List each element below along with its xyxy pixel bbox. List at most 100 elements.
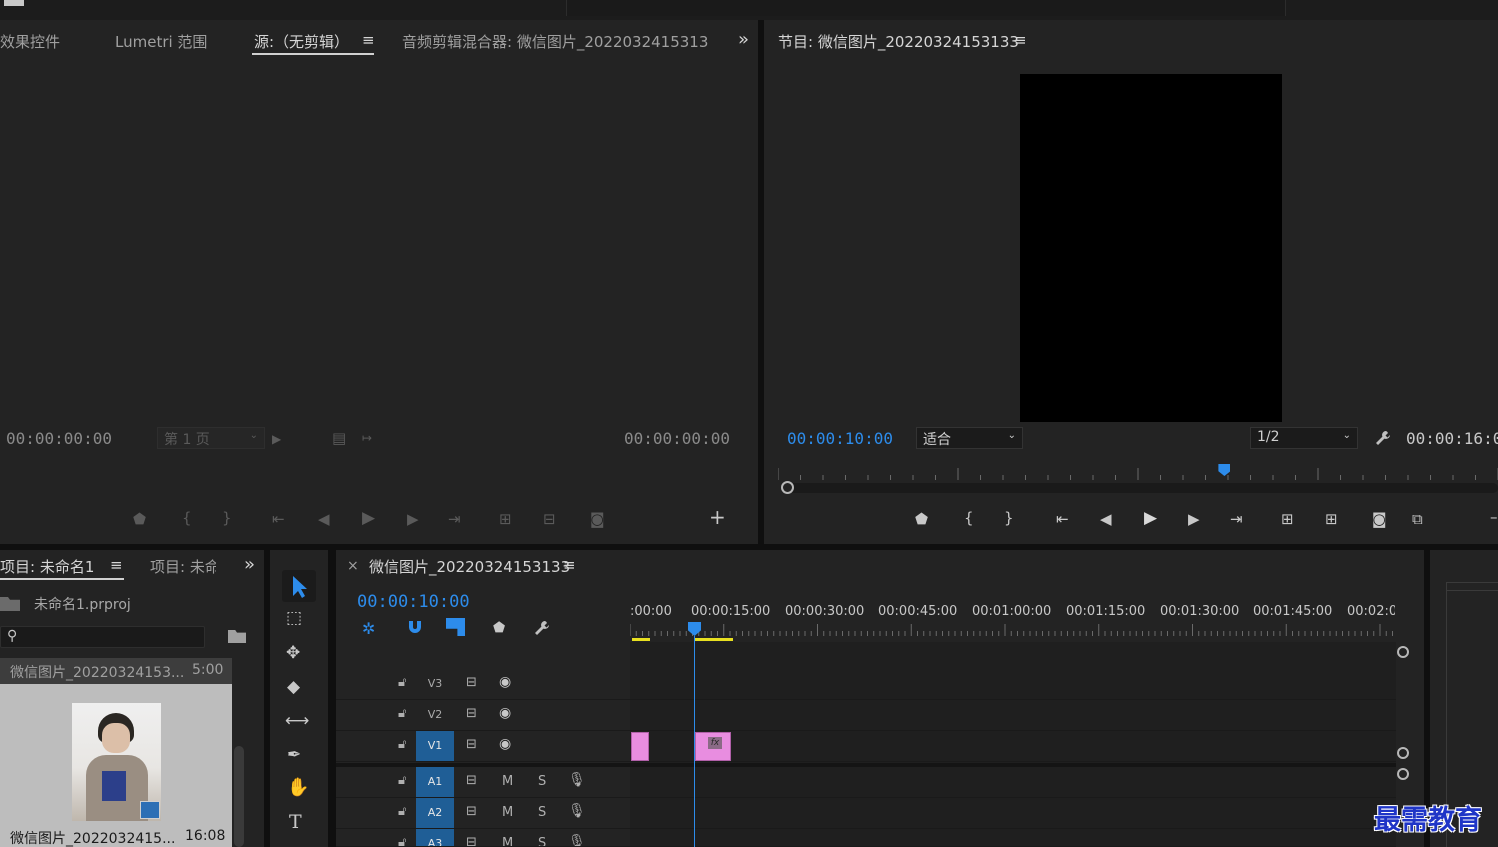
comparison-view-icon[interactable]: ⧉ (1412, 511, 1423, 527)
project-search-input[interactable]: ⚲ (0, 626, 205, 648)
slip-tool-icon[interactable]: ⟷ (285, 713, 309, 730)
lock-icon[interactable]: 🔓︎ (398, 835, 406, 846)
mark-out-icon[interactable]: } (222, 510, 232, 526)
timeline-settings-wrench-icon[interactable] (533, 619, 551, 637)
project-overflow-button[interactable]: » (244, 554, 255, 575)
timeline-playhead-line[interactable] (694, 636, 695, 847)
lock-icon[interactable]: 🔓︎ (398, 706, 406, 721)
program-zoom-handle-left[interactable] (781, 481, 794, 494)
ripple-edit-tool-icon[interactable]: ✥ (286, 645, 300, 662)
track-label-a1[interactable]: A1 (416, 767, 454, 797)
step-forward-icon[interactable]: ▶︎ (1188, 511, 1200, 527)
mark-out-icon[interactable]: } (1004, 510, 1014, 526)
lock-icon[interactable]: 🔓︎ (398, 737, 406, 752)
workspace-icon[interactable] (4, 0, 24, 6)
new-bin-icon[interactable] (228, 630, 246, 643)
tab-overflow-button[interactable]: » (738, 29, 749, 50)
step-back-icon[interactable]: ◀︎ (1100, 511, 1112, 527)
step-back-icon[interactable]: ◀︎ (318, 511, 330, 527)
go-to-out-icon[interactable]: ⇥ (448, 511, 461, 527)
tab-source[interactable]: 源:（无剪辑） (254, 31, 349, 52)
program-title[interactable]: 节目: 微信图片_20220324153133 (778, 31, 1019, 52)
solo-button[interactable]: S (538, 836, 546, 846)
play-icon[interactable]: ▶ (1144, 510, 1157, 527)
type-tool-icon[interactable]: T (289, 813, 302, 832)
lock-icon[interactable]: 🔓︎ (398, 804, 406, 819)
scroll-handle-icon[interactable] (1397, 768, 1409, 780)
overwrite-icon[interactable]: ⊟ (543, 511, 556, 527)
mark-in-icon[interactable]: { (964, 510, 974, 526)
timeline-sequence-tab[interactable]: 微信图片_20220324153133 (369, 556, 570, 577)
sync-lock-icon[interactable]: ⊟ (466, 773, 477, 788)
output-icon[interactable]: ↦ (362, 430, 372, 446)
mute-button[interactable]: M (502, 836, 513, 846)
program-timecode[interactable]: 00:00:10:00 (787, 429, 893, 448)
solo-button[interactable]: S (538, 774, 546, 789)
sync-lock-icon[interactable]: ⊟ (466, 706, 477, 721)
microphone-icon[interactable]: 🎙︎ (568, 803, 586, 819)
marker-icon[interactable]: ⬟ (915, 511, 928, 527)
razor-tool-icon[interactable]: ◆ (287, 679, 300, 696)
sync-lock-icon[interactable]: ⊟ (466, 804, 477, 819)
scroll-handle-icon[interactable] (1397, 646, 1409, 658)
sync-lock-icon[interactable]: ⊟ (466, 675, 477, 690)
add-button-icon[interactable]: + (709, 507, 726, 527)
microphone-icon[interactable]: 🎙︎ (568, 834, 586, 846)
track-label-v2[interactable]: V2 (416, 700, 454, 730)
wrench-icon[interactable] (1374, 429, 1392, 447)
nest-sequence-icon[interactable]: ✲ (362, 619, 375, 638)
track-label-a2[interactable]: A2 (416, 798, 454, 828)
mark-in-icon[interactable]: { (182, 510, 192, 526)
list-item[interactable]: 微信图片_20220324153... 5:00 (0, 658, 232, 684)
program-resolution-select[interactable]: 1/2 ⌄ (1250, 427, 1358, 449)
source-timecode-right[interactable]: 00:00:00:00 (624, 429, 730, 448)
microphone-icon[interactable]: 🎙︎ (568, 772, 586, 788)
timeline-timecode[interactable]: 00:00:10:00 (357, 592, 470, 612)
project-scrollbar-thumb[interactable] (234, 746, 244, 847)
track-label-v1[interactable]: V1 (416, 731, 454, 761)
tab-project-second[interactable]: 项目: 未命 (150, 556, 216, 577)
hand-tool-icon[interactable]: ✋ (287, 779, 309, 797)
track-label-v3[interactable]: V3 (416, 669, 454, 699)
project-scrollbar[interactable] (232, 658, 246, 847)
work-area-bar-1[interactable] (632, 638, 650, 641)
step-forward-icon[interactable]: ▶︎ (407, 511, 419, 527)
track-label-a3[interactable]: A3 (416, 829, 454, 846)
scroll-handle-icon[interactable] (1397, 747, 1409, 759)
tab-project-menu[interactable]: ≡ (110, 556, 123, 574)
tab-effect-controls[interactable]: 效果控件 (0, 31, 60, 52)
lift-icon[interactable]: ⊞ (1281, 511, 1294, 527)
safe-margins-icon[interactable]: ▤ (332, 430, 346, 446)
list-item[interactable]: 微信图片_2022032415... 16:08 (0, 826, 232, 847)
timeline-ruler[interactable] (630, 622, 1396, 638)
go-to-in-icon[interactable]: ⇤ (272, 511, 285, 527)
snap-magnet-icon[interactable] (406, 618, 424, 636)
tab-source-menu[interactable]: ≡ (362, 31, 375, 49)
tab-audio-clip-mixer[interactable]: 音频剪辑混合器: 微信图片_20220324153133 (402, 31, 708, 52)
source-page-select[interactable]: 第 1 页 ⌄ (157, 427, 265, 449)
extract-icon[interactable]: ⊞ (1325, 511, 1338, 527)
eye-icon[interactable]: ◉ (499, 705, 511, 721)
add-marker-icon[interactable]: ⬟ (493, 620, 505, 636)
timeline-menu[interactable]: ≡ (563, 556, 576, 574)
go-to-out-icon[interactable]: ⇥ (1230, 511, 1243, 527)
work-area-bar-2[interactable] (695, 638, 733, 641)
timeline-close-button[interactable]: × (347, 558, 359, 574)
go-to-in-icon[interactable]: ⇤ (1056, 511, 1069, 527)
solo-button[interactable]: S (538, 805, 546, 820)
program-fit-select[interactable]: 适合 ⌄ (916, 427, 1023, 449)
marker-icon[interactable]: ⬟ (133, 511, 146, 527)
video-clip-1[interactable] (631, 732, 649, 761)
lock-icon[interactable]: 🔓︎ (398, 773, 406, 788)
eye-icon[interactable]: ◉ (499, 736, 511, 752)
tab-project-active[interactable]: 项目: 未命名1 (0, 556, 94, 577)
lock-icon[interactable]: 🔓︎ (398, 675, 406, 690)
tab-lumetri-scopes[interactable]: Lumetri 范围 (115, 31, 207, 52)
program-scrub-track[interactable] (786, 483, 1498, 493)
program-menu[interactable]: ≡ (1014, 31, 1027, 49)
selection-tool-icon[interactable] (282, 570, 316, 602)
eye-icon[interactable]: ◉ (499, 674, 511, 690)
camera-icon[interactable]: ◙ (590, 511, 605, 527)
mute-button[interactable]: M (502, 774, 513, 789)
mute-button[interactable]: M (502, 805, 513, 820)
